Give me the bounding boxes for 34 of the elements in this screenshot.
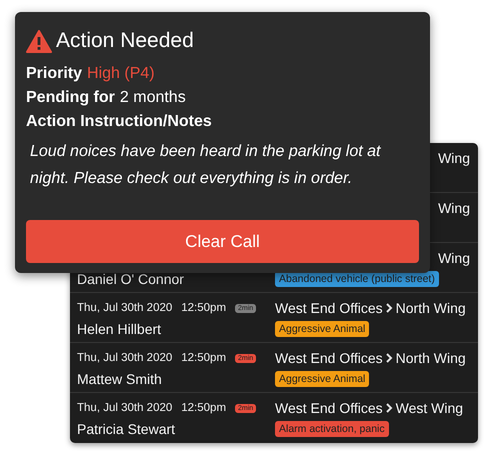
location-text: Wing (438, 150, 470, 166)
chevron-icon (386, 403, 393, 413)
call-date: Thu, Jul 30th 2020 (77, 302, 172, 314)
call-time: 12:50pm (181, 352, 226, 364)
priority-value: High (P4) (87, 64, 155, 84)
incident-tag: Aggressive Animal (275, 371, 370, 387)
location-text: Wing (438, 250, 470, 266)
warning-icon (26, 30, 52, 52)
caller-name: Helen Hillbert (77, 321, 162, 337)
incident-tag: Alarm activation, panic (275, 421, 389, 437)
call-date: Thu, Jul 30th 2020 (77, 402, 172, 414)
location-text: West End Offices (275, 400, 383, 416)
notes-text: Loud noices have been heard in the parking lot at night. Please check out everything is in order. (30, 142, 382, 189)
popup-title: Action Needed (56, 29, 194, 53)
location-text: West Wing (396, 400, 464, 416)
priority-label: Priority (26, 64, 82, 84)
call-time: 12:50pm (181, 302, 226, 314)
chevron-icon (386, 353, 393, 363)
location-text: Wing (438, 200, 470, 216)
call-date: Thu, Jul 30th 2020 (77, 352, 172, 364)
incident-tag: Aggressive Animal (275, 321, 370, 337)
caller-name: Mattew Smith (77, 371, 162, 387)
location-text: North Wing (396, 300, 466, 316)
call-time: 12:50pm (181, 402, 226, 414)
caller-name: Patricia Stewart (77, 421, 176, 437)
location-text: West End Offices (275, 350, 383, 366)
location-text: West End Offices (275, 300, 383, 316)
clear-call-button[interactable]: Clear Call (26, 220, 419, 263)
pending-label: Pending for (26, 88, 115, 108)
location-text: North Wing (396, 350, 466, 366)
pending-value: 2 months (120, 88, 186, 108)
notes-label: Action Instruction/Notes (26, 112, 212, 132)
caller-name: Daniel O' Connor (77, 271, 184, 287)
chevron-icon (386, 303, 393, 313)
